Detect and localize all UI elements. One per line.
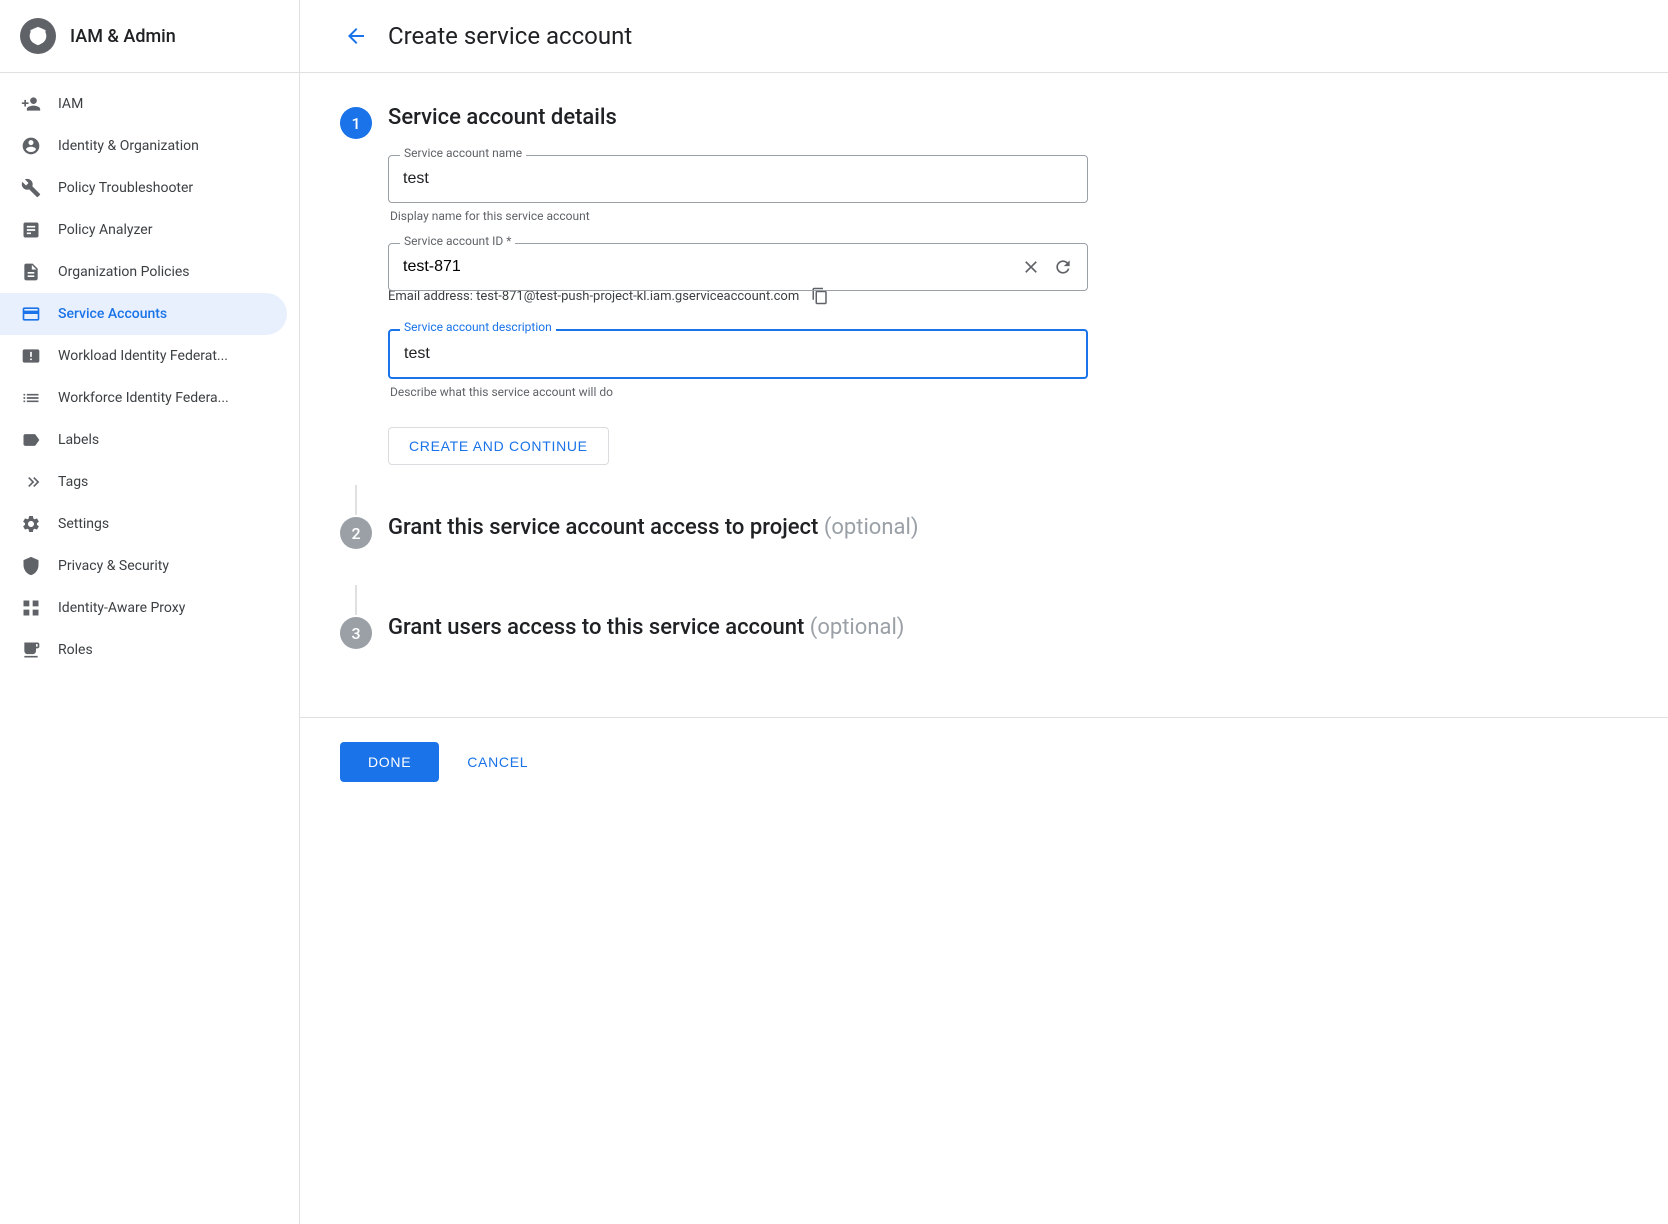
- id-field-label: Service account ID *: [400, 234, 515, 248]
- refresh-id-button[interactable]: [1049, 253, 1077, 281]
- step-1-title: Service account details: [388, 105, 617, 130]
- clear-id-button[interactable]: [1017, 253, 1045, 281]
- create-and-continue-button[interactable]: CREATE AND CONTINUE: [388, 427, 609, 465]
- service-account-description-input[interactable]: [388, 329, 1088, 379]
- main-content: 1 Service account details Service accoun…: [300, 73, 1200, 717]
- shield-icon: [20, 555, 42, 577]
- sidebar-label-workforce-identity: Workforce Identity Federa...: [58, 390, 229, 406]
- gear-icon: [20, 513, 42, 535]
- sidebar-item-tags[interactable]: Tags: [0, 461, 287, 503]
- sidebar-label-policy-troubleshooter: Policy Troubleshooter: [58, 180, 193, 196]
- step-1-header: 1 Service account details: [340, 105, 1160, 139]
- id-field-actions: [1017, 253, 1077, 281]
- sidebar-label-tags: Tags: [58, 474, 88, 490]
- description-field-label: Service account description: [400, 320, 556, 334]
- step-1-circle: 1: [340, 107, 372, 139]
- sidebar-item-service-accounts[interactable]: Service Accounts: [0, 293, 287, 335]
- sidebar-item-settings[interactable]: Settings: [0, 503, 287, 545]
- id-field-wrapper: Service account ID *: [388, 243, 1088, 291]
- grid-icon: [20, 597, 42, 619]
- sidebar-label-identity-org: Identity & Organization: [58, 138, 199, 154]
- iam-admin-icon: [20, 18, 56, 54]
- roles-icon: [20, 639, 42, 661]
- wrench-icon: [20, 177, 42, 199]
- step-1-2-connector: [355, 485, 357, 515]
- step-2-optional: (optional): [824, 515, 919, 540]
- sidebar-label-labels: Labels: [58, 432, 99, 448]
- step-2-section: 2 Grant this service account access to p…: [340, 515, 1160, 565]
- main-header: Create service account: [300, 0, 1668, 73]
- person-add-icon: [20, 93, 42, 115]
- sidebar-label-iam: IAM: [58, 96, 83, 112]
- sidebar-label-workload-identity: Workload Identity Federat...: [58, 348, 228, 364]
- back-button[interactable]: [340, 20, 372, 52]
- sidebar: IAM & Admin IAM Identity & Organization …: [0, 0, 300, 1224]
- list-alt-icon: [20, 219, 42, 241]
- step-2-circle: 2: [340, 517, 372, 549]
- sidebar-item-labels[interactable]: Labels: [0, 419, 287, 461]
- id-field-group: Service account ID *: [388, 243, 1160, 309]
- step-2-header: 2 Grant this service account access to p…: [340, 515, 1160, 549]
- sidebar-label-org-policies: Organization Policies: [58, 264, 190, 280]
- cancel-button[interactable]: CANCEL: [459, 742, 536, 782]
- step-3-section: 3 Grant users access to this service acc…: [340, 615, 1160, 665]
- description-field-group: Service account description Describe wha…: [388, 329, 1160, 399]
- sidebar-item-roles[interactable]: Roles: [0, 629, 287, 671]
- sidebar-label-privacy-security: Privacy & Security: [58, 558, 169, 574]
- sidebar-nav: IAM Identity & Organization Policy Troub…: [0, 73, 299, 681]
- service-account-id-input[interactable]: [403, 244, 1017, 290]
- id-field-input-wrapper: [388, 243, 1088, 291]
- sidebar-item-workload-identity[interactable]: Workload Identity Federat...: [0, 335, 287, 377]
- description-field-hint: Describe what this service account will …: [388, 385, 1160, 399]
- sidebar-label-roles: Roles: [58, 642, 93, 658]
- step-1-body: Service account name Display name for th…: [388, 155, 1160, 465]
- sidebar-label-service-accounts: Service Accounts: [58, 306, 167, 322]
- list-icon: [20, 387, 42, 409]
- name-field-wrapper: Service account name: [388, 155, 1088, 203]
- sidebar-item-iam[interactable]: IAM: [0, 83, 287, 125]
- document-icon: [20, 261, 42, 283]
- service-account-icon: [20, 303, 42, 325]
- step-3-circle: 3: [340, 617, 372, 649]
- sidebar-label-identity-aware-proxy: Identity-Aware Proxy: [58, 600, 185, 616]
- name-field-group: Service account name Display name for th…: [388, 155, 1160, 223]
- id-card-icon: [20, 345, 42, 367]
- name-field-hint: Display name for this service account: [388, 209, 1160, 223]
- account-circle-icon: [20, 135, 42, 157]
- name-field-label: Service account name: [400, 146, 526, 160]
- bottom-actions: DONE CANCEL: [300, 717, 1668, 806]
- step-3-optional: (optional): [810, 615, 905, 640]
- step-3-title: Grant users access to this service accou…: [388, 615, 904, 640]
- chevron-right-icon: [20, 471, 42, 493]
- page-title: Create service account: [388, 22, 632, 50]
- sidebar-item-policy-analyzer[interactable]: Policy Analyzer: [0, 209, 287, 251]
- sidebar-item-privacy-security[interactable]: Privacy & Security: [0, 545, 287, 587]
- step-1-section: 1 Service account details Service accoun…: [340, 105, 1160, 465]
- done-button[interactable]: DONE: [340, 742, 439, 782]
- step-2-title: Grant this service account access to pro…: [388, 515, 918, 540]
- main-panel: Create service account 1 Service account…: [300, 0, 1668, 1224]
- sidebar-item-identity-aware-proxy[interactable]: Identity-Aware Proxy: [0, 587, 287, 629]
- app-title: IAM & Admin: [70, 26, 176, 47]
- step-2-3-connector: [355, 585, 357, 615]
- service-account-name-input[interactable]: [388, 155, 1088, 203]
- sidebar-item-workforce-identity[interactable]: Workforce Identity Federa...: [0, 377, 287, 419]
- label-icon: [20, 429, 42, 451]
- description-field-wrapper: Service account description: [388, 329, 1088, 379]
- sidebar-label-policy-analyzer: Policy Analyzer: [58, 222, 152, 238]
- step-3-header: 3 Grant users access to this service acc…: [340, 615, 1160, 649]
- sidebar-header: IAM & Admin: [0, 0, 299, 73]
- sidebar-label-settings: Settings: [58, 516, 109, 532]
- sidebar-item-identity-org[interactable]: Identity & Organization: [0, 125, 287, 167]
- sidebar-item-org-policies[interactable]: Organization Policies: [0, 251, 287, 293]
- sidebar-item-policy-troubleshooter[interactable]: Policy Troubleshooter: [0, 167, 287, 209]
